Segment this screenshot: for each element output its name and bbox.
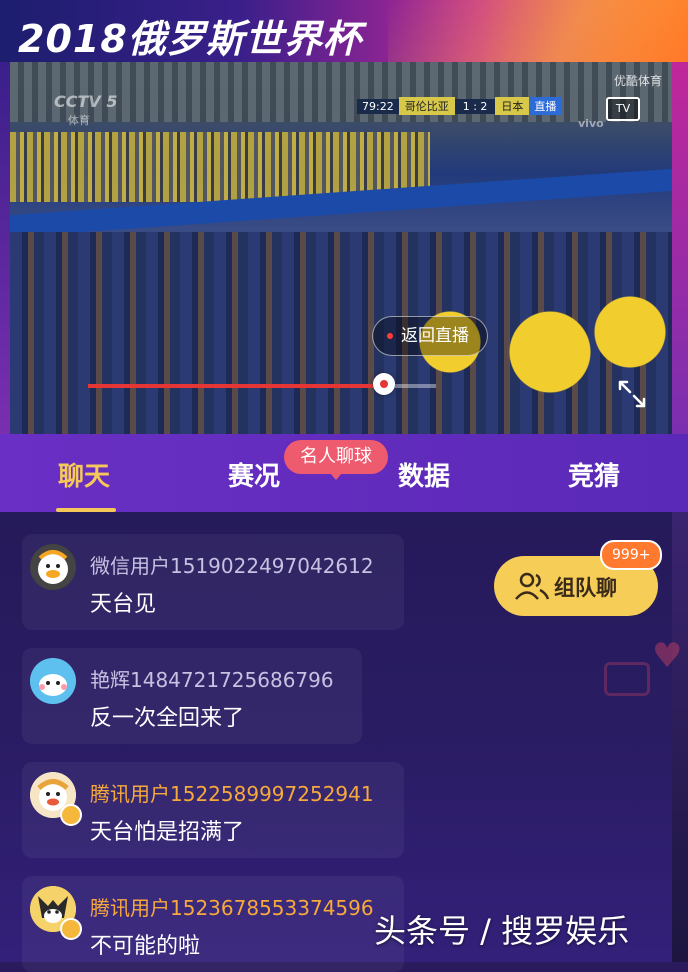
message-text: 天台见: [90, 592, 157, 617]
tab-guess[interactable]: 竞猜: [568, 456, 620, 493]
tab-match[interactable]: 赛况: [228, 456, 280, 493]
username[interactable]: 微信用户1519022497042612: [90, 550, 374, 579]
scoreboard: 79:22 哥伦比亚 1 : 2 日本 直播: [357, 97, 562, 115]
broadcaster-sub: 体育: [68, 114, 90, 127]
medal-badge-icon: [60, 804, 82, 826]
team2-name: 日本: [495, 97, 530, 115]
header-banner: 2018俄罗斯世界杯: [0, 0, 688, 62]
broadcaster-logo: CCTV 5: [54, 92, 118, 111]
username[interactable]: 腾讯用户1523678553374596: [90, 892, 374, 921]
progress-bar[interactable]: [88, 373, 436, 395]
tab-data[interactable]: 数据: [398, 456, 450, 493]
message-card: [22, 534, 404, 630]
tab-chat[interactable]: 聊天: [58, 456, 110, 493]
live-status: 直播: [529, 97, 562, 115]
tv-cast-icon[interactable]: TV: [606, 97, 640, 121]
video-player[interactable]: CCTV 5 体育 优酷体育 79:22 哥伦比亚 1 : 2 日本 直播 TV…: [10, 62, 672, 434]
user-avatar[interactable]: [30, 544, 76, 590]
message-text: 不可能的啦: [90, 934, 201, 959]
camera-icon[interactable]: [604, 662, 650, 696]
live-dot-icon: [387, 333, 393, 339]
video-right-edge: [672, 62, 688, 434]
group-chat-label: 组队聊: [554, 576, 617, 600]
heart-icon[interactable]: ♥: [652, 636, 682, 676]
partner-logo: 优酷体育: [613, 74, 662, 88]
banner-title: 2018俄罗斯世界杯: [18, 17, 362, 61]
bear-avatar-icon: [30, 658, 76, 704]
fullscreen-icon[interactable]: [614, 376, 650, 412]
username[interactable]: 艳辉1484721725686796: [90, 664, 334, 693]
user-avatar[interactable]: [30, 658, 76, 704]
crowd-lower: [10, 232, 672, 434]
banner-stripe: [388, 0, 688, 62]
group-chat-count-badge: 999+: [600, 540, 663, 570]
progress-fill: [88, 384, 384, 388]
watermark: 头条号 / 搜罗娱乐: [374, 912, 630, 950]
video-left-edge: [0, 62, 10, 434]
message-text: 反一次全回来了: [90, 706, 245, 731]
message-text: 天台怕是招满了: [90, 820, 245, 845]
username[interactable]: 腾讯用户1522589997252941: [90, 778, 374, 807]
match-time: 79:22: [357, 98, 399, 114]
progress-handle[interactable]: [372, 373, 395, 395]
duck-avatar-icon: [30, 544, 76, 590]
medal-badge-icon: [60, 918, 82, 940]
back-to-live-button[interactable]: 返回直播: [372, 316, 488, 356]
back-to-live-label: 返回直播: [401, 326, 469, 346]
sponsor-logo: vivo: [578, 117, 604, 130]
match-score: 1 : 2: [454, 98, 496, 114]
team1-name: 哥伦比亚: [398, 97, 455, 115]
side-strip: [672, 512, 688, 962]
celebrity-talk-bubble[interactable]: 名人聊球: [284, 440, 388, 480]
group-users-icon: [515, 572, 550, 600]
